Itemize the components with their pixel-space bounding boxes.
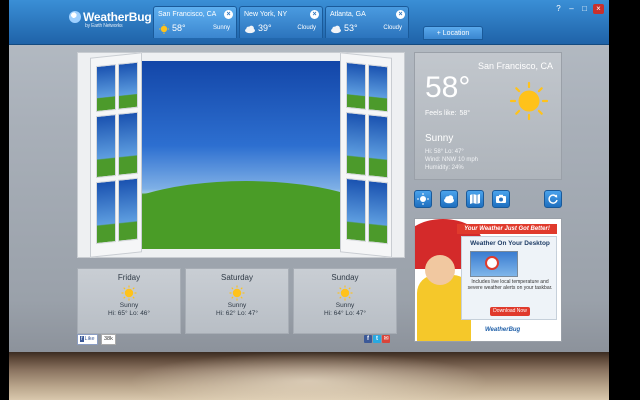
child-graphic (425, 255, 455, 285)
current-wind: Wind: NNW 10 mph (425, 157, 479, 163)
facebook-like-button[interactable]: f Like (77, 334, 98, 345)
window-scene-image (77, 52, 405, 258)
maximize-button[interactable]: □ (579, 4, 590, 14)
weatherbug-app: WeatherBug by Earth Networks San Francis… (9, 0, 609, 400)
refresh-button[interactable] (544, 190, 562, 208)
tab-city-label: Atlanta, GA (330, 11, 366, 18)
close-window-button[interactable]: × (593, 4, 604, 14)
sun-view-button[interactable] (414, 190, 432, 208)
minimize-button[interactable]: – (566, 4, 577, 14)
sun-icon (159, 24, 169, 34)
feels-like-label: Feels like: (425, 110, 457, 117)
location-tab-atlanta[interactable]: Atlanta, GA × 53° Cloudy (325, 6, 409, 38)
current-hilo: Hi: 58° Lo: 47° (425, 149, 464, 155)
forecast-condition: Sunny (119, 302, 139, 309)
sun-icon (417, 193, 429, 205)
map-icon (470, 194, 480, 204)
logo-text: WeatherBug (83, 10, 152, 24)
current-city: San Francisco, CA (477, 61, 553, 71)
tab-city-label: San Francisco, CA (158, 11, 217, 18)
close-tab-icon[interactable]: × (310, 10, 319, 19)
ad-description: Includes live local temperature and seve… (467, 279, 553, 291)
feels-like-value: 58° (459, 110, 471, 117)
close-tab-icon[interactable]: × (224, 10, 233, 19)
like-label: Like (84, 336, 95, 342)
camera-icon (496, 194, 506, 203)
refresh-icon (548, 194, 558, 204)
location-tab-san-francisco[interactable]: San Francisco, CA × 58° Sunny (153, 6, 237, 38)
facebook-icon: f (80, 336, 84, 342)
forecast-hilo: Hi: 64° Lo: 47° (323, 310, 367, 317)
twitter-share-icon[interactable]: t (373, 335, 381, 343)
close-tab-icon[interactable]: × (396, 10, 405, 19)
sun-icon (509, 81, 549, 121)
sky-landscape (136, 61, 346, 249)
forecast-card-saturday[interactable]: Saturday Sunny Hi: 62° Lo: 47° (185, 268, 289, 334)
weatherbug-logo-icon (69, 11, 81, 23)
cloud-view-button[interactable] (440, 190, 458, 208)
forecast-day: Sunday (331, 273, 359, 282)
weatherbug-q-icon (485, 256, 499, 270)
current-condition: Sunny (425, 133, 454, 144)
like-count: 38k (101, 334, 116, 345)
ad-download-button[interactable]: Download Now (490, 307, 530, 316)
forecast-card-friday[interactable]: Friday Sunny Hi: 65° Lo: 46° (77, 268, 181, 334)
advertisement-banner[interactable]: Your Weather Just Got Better! Weather On… (414, 218, 562, 342)
right-window-shutter (340, 52, 392, 258)
help-button[interactable]: ? (553, 4, 564, 14)
feels-like: Feels like: 58° (425, 110, 470, 117)
weatherbug-logo[interactable]: WeatherBug by Earth Networks (69, 10, 152, 29)
forecast-hilo: Hi: 65° Lo: 46° (107, 310, 151, 317)
floor-light-reflection (129, 352, 489, 400)
current-humidity: Humidity: 24% (425, 165, 464, 171)
email-share-icon[interactable]: ✉ (382, 335, 390, 343)
tab-condition: Cloudy (297, 25, 316, 31)
forecast-card-sunday[interactable]: Sunday Sunny Hi: 64° Lo: 47° (293, 268, 397, 334)
title-bar: WeatherBug by Earth Networks San Francis… (9, 0, 609, 45)
left-window-shutter (90, 52, 142, 258)
current-conditions-panel: San Francisco, CA 58° Feels like: 58° Sun… (414, 52, 562, 180)
tab-condition: Cloudy (383, 25, 402, 31)
add-location-button[interactable]: + Location (423, 26, 483, 40)
tab-temp: 39° (258, 23, 272, 33)
cloud-icon (444, 195, 454, 204)
tab-condition: Sunny (212, 25, 230, 31)
ad-content-box: Weather On Your Desktop Includes live lo… (461, 236, 557, 320)
ad-headline: Your Weather Just Got Better! (457, 224, 557, 234)
camera-button[interactable] (492, 190, 510, 208)
desktop-preview-graphic (470, 251, 518, 277)
map-button[interactable] (466, 190, 484, 208)
ad-brand-logo: WeatherBug (485, 327, 521, 333)
cloud-icon (331, 25, 341, 34)
sun-icon (337, 285, 353, 301)
forecast-hilo: Hi: 62° Lo: 47° (215, 310, 259, 317)
forecast-condition: Sunny (335, 302, 355, 309)
forecast-day: Saturday (220, 273, 254, 282)
forecast-day: Friday (117, 273, 141, 282)
green-hill (136, 181, 346, 249)
tab-temp: 53° (344, 23, 358, 33)
sun-icon (121, 285, 137, 301)
sun-icon (229, 285, 245, 301)
cloud-icon (245, 25, 255, 34)
tab-temp: 58° (172, 23, 186, 33)
facebook-share-icon[interactable]: f (364, 335, 372, 343)
location-tab-new-york[interactable]: New York, NY × 39° Cloudy (239, 6, 323, 38)
tab-city-label: New York, NY (244, 11, 288, 18)
forecast-condition: Sunny (227, 302, 247, 309)
ad-title: Weather On Your Desktop (470, 240, 550, 247)
current-temperature: 58° (425, 71, 471, 104)
